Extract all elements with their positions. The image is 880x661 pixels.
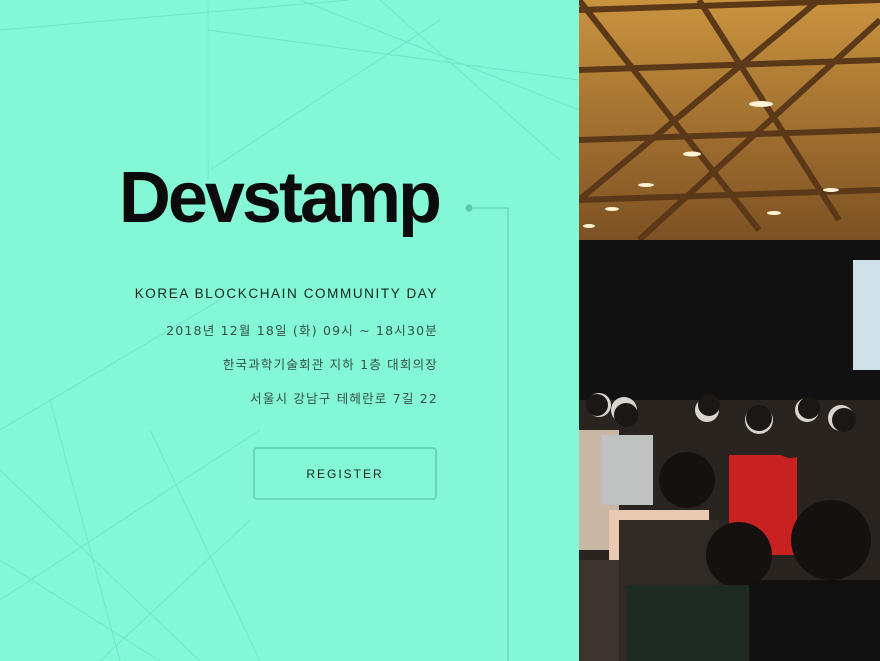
event-venue: 한국과학기술회관 지하 1층 대회의장: [222, 357, 438, 372]
register-button[interactable]: REGISTER: [253, 447, 437, 500]
photo-illustration: [579, 0, 880, 661]
devstamp-logo: Devstamp: [118, 158, 442, 238]
event-title: KOREA BLOCKCHAIN COMMUNITY DAY: [134, 286, 438, 301]
hero-panel: Devstamp KOREA BLOCKCHAIN COMMUNITY DAY …: [0, 0, 579, 661]
event-date-time: 2018년 12월 18일 (화) 09시 ~ 18시30분: [166, 323, 438, 338]
event-address: 서울시 강남구 테헤란로 7길 22: [250, 391, 438, 406]
conference-audience-photo: [579, 0, 880, 661]
